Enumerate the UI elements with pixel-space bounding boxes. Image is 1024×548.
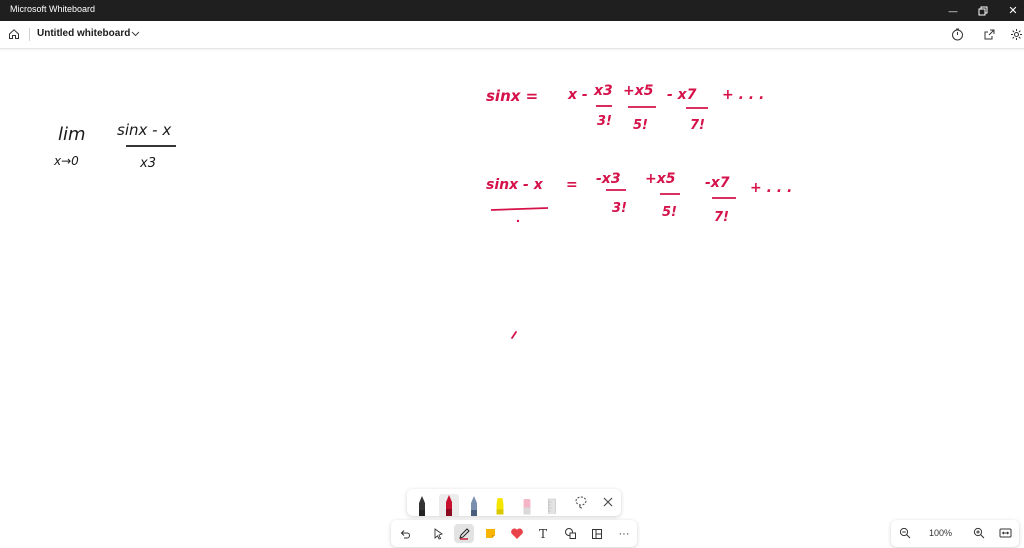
pen-tray [407,489,621,516]
settings-button[interactable] [1007,25,1024,43]
zoom-in-button[interactable] [971,525,987,541]
board-menu-button[interactable] [130,28,140,40]
text-icon: T [538,526,547,541]
series1-term-x5: +x5 [623,83,654,99]
timer-icon [951,28,963,40]
series1-term-x3: x3 [593,83,613,99]
series2-lhs-bar [490,207,549,211]
series-line-1: sinx = x - x3 3! +x5 5! - x7 7! + . . . [486,83,764,133]
template-tool[interactable] [587,524,607,543]
minimize-button[interactable]: — [936,0,970,21]
fit-to-screen-button[interactable] [997,525,1013,541]
zoom-level[interactable]: 100% [929,528,952,538]
lasso-button[interactable] [573,494,589,510]
close-icon [603,497,613,507]
more-button[interactable]: ··· [614,524,634,543]
share-button[interactable] [980,25,998,43]
lasso-icon [575,496,587,509]
yellow-highlighter-icon[interactable] [494,494,506,516]
gear-icon [1010,28,1022,40]
numerator-text: sinx - x [117,121,171,139]
series2-den-2: 5! [662,205,677,220]
close-window-button[interactable]: ✕ [996,0,1024,21]
series2-equals: = [566,177,578,193]
timer-button[interactable] [948,25,966,43]
reaction-tool[interactable] [507,524,527,543]
shapes-tool[interactable] [560,524,580,543]
series2-den-3: 7! [714,210,729,225]
ink-dot [516,219,520,223]
ink-layer: lim x→0 sinx - x x3 sinx = x - x3 3! +x5… [53,83,792,339]
series2-term-x3: -x3 [596,171,621,187]
sticky-note-tool[interactable] [480,524,500,543]
chevron-down-icon [131,31,139,37]
series-line-2: sinx - x = -x3 3! +x5 5! -x7 7! + . . . [486,171,792,225]
limit-subscript: x→0 [53,154,79,168]
share-icon [984,29,994,39]
minimize-icon: — [948,5,958,16]
bottom-toolbar: T ··· [391,520,637,547]
series1-den-2: 5! [633,118,648,133]
close-tray-button[interactable] [600,494,616,510]
series2-ellipsis: + . . . [750,180,792,196]
app-toolbar: Untitled whiteboard [0,21,1024,49]
pen-tool[interactable] [454,524,474,543]
blue-pen-icon[interactable] [468,494,480,516]
template-icon [592,528,602,539]
ruler-icon[interactable] [546,494,558,516]
undo-button[interactable] [395,524,415,543]
red-pen-icon [446,495,452,516]
zoom-out-button[interactable] [897,525,913,541]
pen-icon [458,528,470,540]
series1-den-1: 3! [597,114,612,129]
more-icon: ··· [618,527,630,540]
black-pen-icon[interactable] [416,494,428,516]
select-tool[interactable] [428,524,448,543]
toolbar-divider [29,28,30,41]
series2-term-x7: -x7 [705,175,730,191]
zoom-in-icon [973,527,985,539]
series1-term-x: x - [567,87,588,103]
shapes-icon [564,528,576,539]
title-bar: Microsoft Whiteboard — ✕ [0,0,1024,21]
heart-icon [511,528,523,539]
board-name[interactable]: Untitled whiteboard [37,28,130,39]
restore-button[interactable] [966,0,1000,21]
series1-ellipsis: + . . . [722,87,764,103]
series2-term-x5: +x5 [645,171,676,187]
sticky-note-icon [485,529,495,538]
close-icon: ✕ [1008,5,1018,17]
home-icon [9,29,19,39]
select-icon [434,527,443,540]
series2-lhs: sinx - x [486,177,544,193]
text-tool[interactable]: T [533,524,553,543]
undo-icon [400,529,410,538]
red-pen-slot[interactable] [439,494,459,516]
series1-term-x7: - x7 [667,87,697,103]
zoom-out-icon [899,527,911,539]
whiteboard-canvas[interactable]: lim x→0 sinx - x x3 sinx = x - x3 3! +x5… [0,49,1024,548]
eraser-icon[interactable] [521,494,533,516]
denominator-text: x3 [139,156,156,171]
lim-text: lim [58,124,86,145]
series2-den-1: 3! [612,201,627,216]
limit-expression: lim x→0 sinx - x x3 [53,121,176,171]
ink-stroke [511,331,517,339]
series1-lhs: sinx = [486,87,538,105]
series1-den-3: 7! [690,118,705,133]
fit-screen-icon [999,528,1011,538]
zoom-controls: 100% [891,520,1019,547]
window-title: Microsoft Whiteboard [10,4,96,14]
restore-icon [978,6,988,15]
home-button[interactable] [5,25,23,43]
